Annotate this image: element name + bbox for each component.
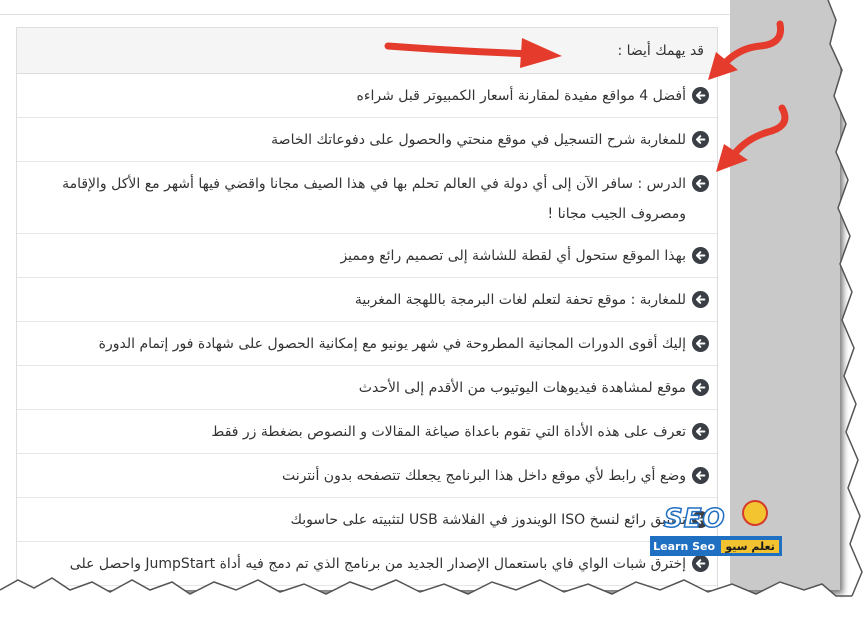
torn-edge-overlay [0,0,867,618]
